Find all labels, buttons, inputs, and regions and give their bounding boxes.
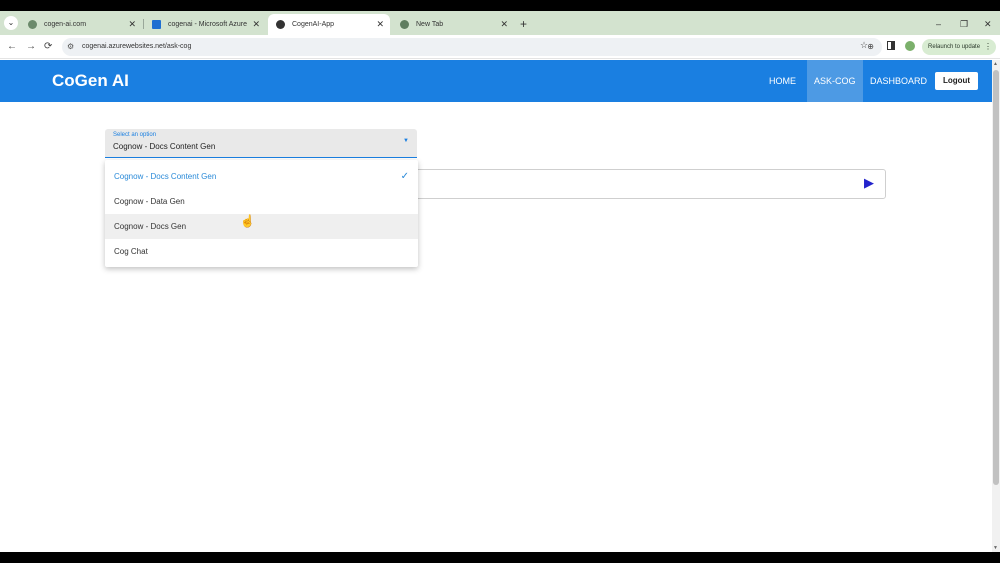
send-icon[interactable]: ▶ — [864, 175, 874, 191]
search-tabs-icon[interactable]: ⌄ — [4, 16, 18, 30]
scrollbar-thumb[interactable] — [993, 70, 999, 485]
chevron-down-icon: ▼ — [403, 138, 409, 144]
logout-button[interactable]: Logout — [935, 72, 978, 90]
scroll-up-icon[interactable]: ▲ — [993, 61, 998, 67]
nav-home[interactable]: HOME — [762, 60, 803, 102]
chrome-icon — [400, 20, 409, 29]
tab-title: New Tab — [416, 21, 444, 28]
tab-cogenai-app[interactable]: CogenAI-App ✕ — [268, 14, 390, 35]
forward-icon[interactable]: → — [26, 39, 36, 55]
option-docs-gen[interactable]: Cognow - Docs Gen — [105, 214, 418, 239]
tab-title: cogenai - Microsoft Azure — [168, 21, 247, 28]
star-icon[interactable]: ☆ — [860, 40, 868, 51]
back-icon[interactable]: ← — [7, 39, 17, 55]
close-tab-icon[interactable]: ✕ — [376, 14, 384, 35]
page-scrollbar[interactable]: ▲ ▼ — [992, 60, 1000, 552]
globe-icon — [28, 20, 37, 29]
profile-icon[interactable] — [905, 41, 915, 51]
angular-icon — [276, 20, 285, 29]
option-docs-content-gen[interactable]: Cognow - Docs Content Gen ✓ — [105, 164, 418, 189]
tab-cogen-ai[interactable]: cogen-ai.com ✕ — [20, 14, 142, 35]
new-tab-button[interactable]: + — [520, 14, 527, 35]
brand-logo[interactable]: CoGen AI — [52, 60, 129, 102]
hand-cursor-icon: ☝ — [240, 214, 255, 228]
minimize-icon[interactable]: – — [936, 14, 941, 35]
tab-title: CogenAI-App — [292, 21, 335, 28]
check-icon: ✓ — [400, 171, 409, 182]
azure-icon — [152, 20, 161, 29]
relaunch-label: Relaunch to update — [928, 44, 981, 50]
option-select[interactable]: Select an option Cognow - Docs Content G… — [105, 129, 417, 158]
app-header: CoGen AI HOME ASK-COG DASHBOARD Logout — [0, 60, 992, 102]
tab-title: cogen-ai.com — [44, 21, 87, 28]
nav-ask-cog[interactable]: ASK-COG — [807, 60, 863, 102]
option-label: Cognow - Data Gen — [114, 197, 185, 206]
restore-icon[interactable]: ❐ — [960, 14, 968, 35]
url-text[interactable]: cogenai.azurewebsites.net/ask-cog — [82, 38, 191, 56]
close-tab-icon[interactable]: ✕ — [252, 14, 260, 35]
close-tab-icon[interactable]: ✕ — [128, 14, 136, 35]
select-dropdown: Cognow - Docs Content Gen ✓ Cognow - Dat… — [105, 160, 418, 267]
option-label: Cognow - Docs Gen — [114, 222, 187, 231]
tab-new-tab[interactable]: New Tab ✕ — [392, 14, 514, 35]
option-label: Cognow - Docs Content Gen — [114, 172, 217, 181]
reload-icon[interactable]: ⟳ — [44, 39, 52, 55]
relaunch-button[interactable]: Relaunch to update ⋮ — [922, 39, 996, 55]
letterbox-bar — [0, 552, 1000, 563]
address-bar[interactable]: ⚙ cogenai.azurewebsites.net/ask-cog ⊕ — [62, 38, 882, 56]
close-tab-icon[interactable]: ✕ — [500, 14, 508, 35]
side-panel-icon[interactable] — [887, 41, 895, 50]
browser-window: ⌄ cogen-ai.com ✕ cogenai - Microsoft Azu… — [0, 11, 1000, 552]
option-cog-chat[interactable]: Cog Chat — [105, 239, 418, 264]
select-value: Cognow - Docs Content Gen — [113, 142, 216, 151]
tab-azure[interactable]: cogenai - Microsoft Azure ✕ — [144, 14, 266, 35]
browser-toolbar: ← → ⟳ ⚙ cogenai.azurewebsites.net/ask-co… — [0, 35, 1000, 59]
translate-icon[interactable]: ⊕ — [867, 38, 874, 56]
scroll-down-icon[interactable]: ▼ — [993, 545, 998, 551]
close-window-icon[interactable]: ✕ — [984, 14, 992, 35]
select-label: Select an option — [113, 132, 157, 138]
nav-dashboard[interactable]: DASHBOARD — [863, 60, 934, 102]
site-info-icon[interactable]: ⚙ — [67, 42, 74, 51]
option-label: Cog Chat — [114, 247, 148, 256]
tab-strip: ⌄ cogen-ai.com ✕ cogenai - Microsoft Azu… — [0, 11, 1000, 35]
option-data-gen[interactable]: Cognow - Data Gen — [105, 189, 418, 214]
kebab-menu-icon[interactable]: ⋮ — [984, 39, 992, 55]
